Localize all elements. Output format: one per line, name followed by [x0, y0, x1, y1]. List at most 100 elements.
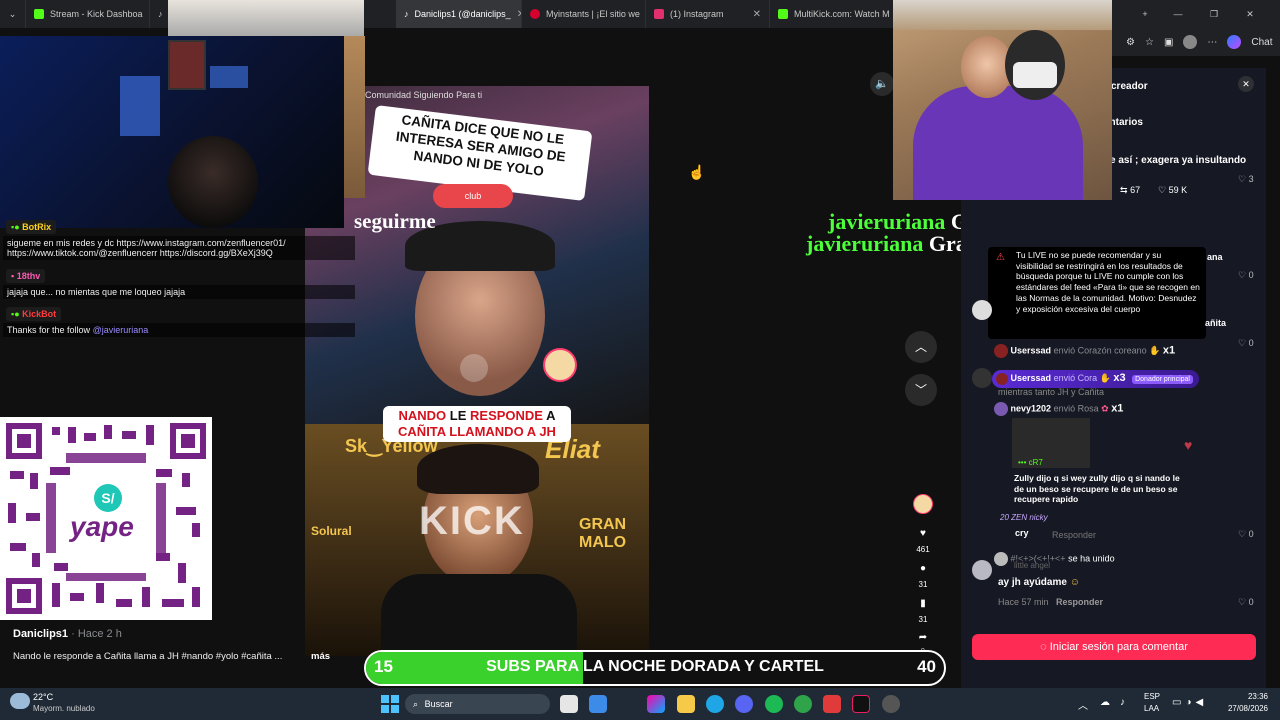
- xbox-icon[interactable]: [794, 695, 812, 713]
- comment-likes[interactable]: ♡ 0: [1238, 338, 1254, 349]
- task-view-icon[interactable]: [560, 695, 578, 713]
- chat-user-18thv: ▪ 18thv: [6, 269, 46, 283]
- tab-kick-dashboard[interactable]: Stream - Kick Dashboa✕: [26, 0, 150, 28]
- panel-creator-tab[interactable]: creador: [1111, 81, 1148, 92]
- language-layout[interactable]: LAA: [1144, 704, 1159, 713]
- profile-avatar[interactable]: [1183, 35, 1198, 49]
- comment-likes[interactable]: ♡ 0: [1238, 270, 1254, 281]
- comment-likes[interactable]: ♡ 0: [1238, 529, 1254, 540]
- weather-desc[interactable]: Mayorm. nublado: [33, 704, 95, 713]
- header-comment-likes[interactable]: ♡ 3: [1238, 174, 1254, 185]
- feed-tabs-overlay: Comunidad Siguiendo Para ti: [365, 90, 483, 100]
- tab-myinstants[interactable]: Myinstants | ¡El sitio we✕: [522, 0, 646, 28]
- taskbar-search[interactable]: ⌕ Buscar: [405, 694, 550, 714]
- close-icon: ✕: [1246, 8, 1254, 19]
- stat-likes: ♡ 59 K: [1158, 185, 1188, 195]
- minimize-button[interactable]: —: [1160, 0, 1196, 28]
- chat-message-botrix: sigueme en mis redes y dc https://www.in…: [3, 236, 355, 260]
- webcam-top-strip: [168, 0, 364, 36]
- heart-filled-icon[interactable]: ♥: [1184, 437, 1192, 453]
- kick-favicon-icon: [778, 9, 788, 19]
- app-red-icon[interactable]: [823, 695, 841, 713]
- gift-icon: ✋: [1099, 373, 1111, 383]
- top-donor-badge: Donador principal: [1132, 375, 1193, 384]
- favorites-icon[interactable]: ☆: [1145, 37, 1154, 48]
- new-tab-button[interactable]: +: [1130, 0, 1160, 28]
- clock-time[interactable]: 23:36: [1220, 692, 1268, 701]
- tab-daniclips[interactable]: ♪ Daniclips1 (@daniclips_✕: [396, 0, 522, 28]
- avatar: [994, 402, 1008, 416]
- tab-multikick[interactable]: MultiKick.com: Watch M✕: [770, 0, 910, 28]
- chat-user-botrix: ▪● BotRix: [6, 220, 57, 234]
- spotify-icon[interactable]: [765, 695, 783, 713]
- copilot-app-icon[interactable]: [647, 695, 665, 713]
- edge-icon[interactable]: [706, 695, 724, 713]
- extensions-icon[interactable]: ⚙: [1126, 37, 1135, 48]
- tab-list-button[interactable]: ⌄: [0, 0, 26, 28]
- comment-main: Zully dijo q si wey zully dijo q si nand…: [1014, 473, 1180, 504]
- creator-avatar[interactable]: [543, 348, 577, 382]
- chat-message-18thv: jajaja que... no mientas que me loqueo j…: [3, 285, 355, 299]
- rose-icon: ✿: [1101, 403, 1109, 414]
- avatar: [996, 372, 1008, 385]
- mic-icon[interactable]: ♪: [1120, 697, 1125, 708]
- chevron-down-icon: ⌄: [8, 8, 17, 19]
- weather-temp[interactable]: 22°C: [33, 692, 53, 702]
- login-to-comment-button[interactable]: ◌ Iniciar sesión para comentar: [972, 634, 1256, 660]
- chevron-up-icon[interactable]: ︿: [905, 331, 937, 363]
- chevron-up-icon[interactable]: ︿: [1078, 697, 1088, 712]
- widgets-icon[interactable]: [589, 695, 607, 713]
- photo-sky: [893, 0, 1112, 30]
- caption-bottom: NANDO LE RESPONDE A CAÑITA LLAMANDO A JH: [383, 406, 571, 442]
- share-users-icon: ⇆: [1120, 185, 1128, 195]
- bookmark-icon[interactable]: ▮: [914, 598, 932, 609]
- comment-icon[interactable]: ●: [914, 563, 932, 574]
- tab-instagram[interactable]: (1) Instagram ✕: [646, 0, 770, 28]
- copilot-icon[interactable]: [1227, 35, 1242, 49]
- comment-name-line: ••• cR7: [1018, 458, 1043, 467]
- heart-outline-icon: ♡: [1158, 185, 1167, 195]
- discord-icon[interactable]: [735, 695, 753, 713]
- system-tray-icons[interactable]: ▭◑◀: [1172, 697, 1207, 708]
- reply-link[interactable]: Responder: [1056, 597, 1103, 607]
- volume-icon[interactable]: 🔈: [870, 72, 894, 96]
- collections-icon[interactable]: ▣: [1164, 37, 1173, 48]
- chat-message-kickbot: Thanks for the follow @javieruriana: [3, 323, 355, 337]
- stat-shares: ⇆ 67: [1120, 185, 1141, 195]
- join-row: #!<+>(<+!+<+ se ha unido: [994, 552, 1115, 566]
- hand-cursor-icon: ☝: [688, 164, 706, 180]
- weather-cloud-icon: [10, 693, 30, 709]
- sign-solural: Solural: [311, 524, 352, 538]
- tiktok-favicon-icon: ♪: [404, 9, 409, 19]
- avatar: [972, 560, 992, 580]
- more-link[interactable]: más: [311, 651, 330, 662]
- kick-badge-icon: ▪●: [11, 222, 20, 232]
- language-code[interactable]: ESP: [1144, 692, 1160, 701]
- close-icon[interactable]: ✕: [1238, 76, 1254, 92]
- tab-tiktok-1[interactable]: ♪: [150, 0, 170, 28]
- file-explorer-icon[interactable]: [677, 695, 695, 713]
- windows-start-icon[interactable]: [381, 695, 399, 713]
- video-description: Nando le responde a Cañita llama a JH #n…: [13, 651, 283, 662]
- share-icon[interactable]: ➦: [914, 632, 932, 643]
- close-icon[interactable]: ✕: [753, 9, 761, 20]
- play-icon[interactable]: [460, 354, 488, 382]
- reply-link[interactable]: Responder: [1052, 530, 1096, 540]
- like-icon[interactable]: ♥: [914, 528, 932, 539]
- comment-icon: ◌: [1040, 641, 1047, 653]
- obs-icon[interactable]: [882, 695, 900, 713]
- clock-date[interactable]: 27/08/2026: [1220, 704, 1268, 713]
- moderation-warning: ⚠ Tu LIVE no se puede recomendar y su vi…: [988, 247, 1206, 339]
- close-window-button[interactable]: ✕: [1232, 0, 1268, 28]
- cloud-icon[interactable]: ☁: [1100, 697, 1110, 708]
- maximize-button[interactable]: ❐: [1196, 0, 1232, 28]
- chat-button[interactable]: Chat: [1251, 37, 1272, 48]
- gift-row-3: nevy1202 envió Rosa ✿ x1: [994, 402, 1123, 416]
- tiktok-icon[interactable]: [852, 695, 870, 713]
- chevron-down-icon[interactable]: ﹀: [905, 374, 937, 406]
- comment-likes[interactable]: ♡ 0: [1238, 597, 1254, 608]
- author-avatar[interactable]: [913, 494, 933, 514]
- yape-qr-code: S/ yape: [0, 417, 212, 620]
- video-author[interactable]: Daniclips1: [13, 628, 68, 640]
- more-icon[interactable]: ⋯: [1207, 37, 1217, 48]
